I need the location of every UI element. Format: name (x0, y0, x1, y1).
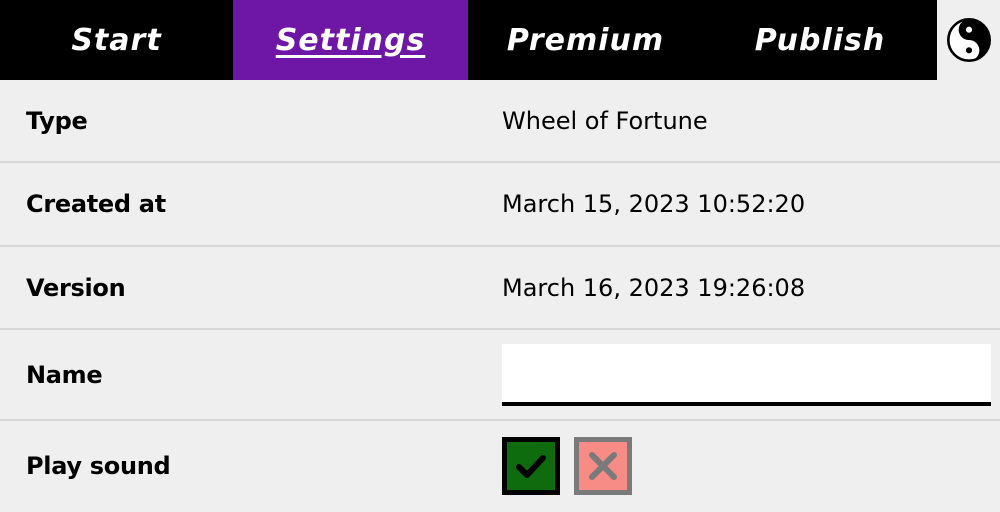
row-type: Type Wheel of Fortune (0, 80, 1000, 163)
tab-publish[interactable]: Publish (703, 0, 937, 80)
type-value: Wheel of Fortune (502, 106, 708, 135)
version-label: Version (26, 273, 126, 302)
row-created-at: Created at March 15, 2023 10:52:20 (0, 163, 1000, 247)
tab-premium-label: Premium (506, 22, 665, 58)
row-play-sound: Play sound (0, 421, 1000, 511)
tab-publish-label: Publish (754, 22, 886, 58)
tab-settings[interactable]: Settings (233, 0, 468, 80)
play-sound-label: Play sound (26, 452, 171, 480)
type-label: Type (26, 106, 88, 135)
tab-premium[interactable]: Premium (468, 0, 703, 80)
play-sound-toggle (476, 437, 632, 495)
created-at-value: March 15, 2023 10:52:20 (502, 190, 806, 218)
top-nav: Start Settings Premium Publish (0, 0, 1000, 80)
name-label: Name (26, 360, 103, 389)
play-sound-yes-button[interactable] (502, 437, 560, 495)
version-value: March 16, 2023 19:26:08 (502, 273, 806, 302)
tab-settings-label: Settings (275, 22, 426, 58)
row-name: Name (0, 330, 1000, 421)
yin-yang-icon (946, 18, 991, 62)
row-version: Version March 16, 2023 19:26:08 (0, 247, 1000, 330)
created-at-label: Created at (26, 190, 166, 218)
play-sound-no-button[interactable] (574, 437, 632, 495)
x-icon (589, 452, 617, 480)
name-input[interactable] (502, 343, 991, 406)
theme-toggle-button[interactable] (937, 0, 1000, 80)
tab-start-label: Start (71, 22, 162, 58)
settings-table: Type Wheel of Fortune Created at March 1… (0, 80, 1000, 511)
tab-start[interactable]: Start (0, 0, 233, 80)
checkmark-icon (516, 455, 546, 478)
